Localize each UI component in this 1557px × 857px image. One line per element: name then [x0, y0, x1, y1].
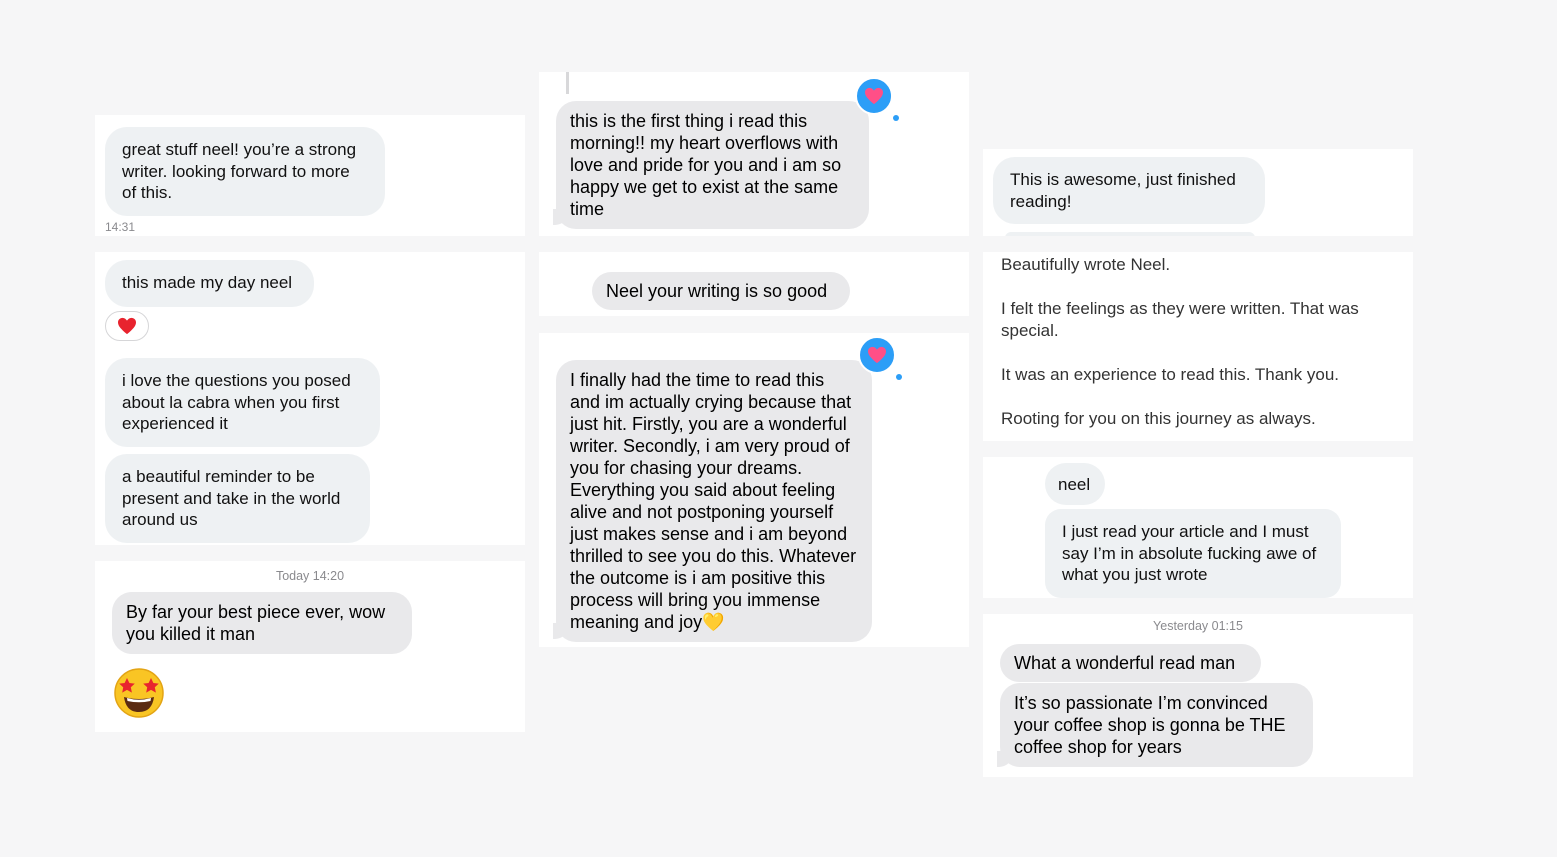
heart-icon — [868, 346, 886, 364]
message-time: 14:31 — [105, 220, 136, 234]
message-bubble: i love the questions you posed about la … — [105, 358, 380, 447]
heart-icon — [865, 87, 883, 105]
message-card-4: this is the first thing i read this morn… — [539, 72, 969, 236]
message-bubble: By far your best piece ever, wow you kil… — [112, 592, 412, 654]
message-line: Rooting for you on this journey as alway… — [1001, 409, 1316, 428]
message-bubble: a beautiful reminder to be present and t… — [105, 454, 370, 543]
message-card-3: Today 14:20 By far your best piece ever,… — [95, 561, 525, 732]
reaction-dot — [896, 374, 902, 380]
message-card-5: Neel your writing is so good — [539, 252, 969, 316]
message-line: I felt the feelings as they were written… — [1001, 299, 1359, 340]
heart-reaction-badge[interactable] — [858, 336, 902, 380]
message-card-8: Beautifully wrote Neel. I felt the feeli… — [983, 252, 1413, 441]
message-card-9: neel I just read your article and I must… — [983, 457, 1413, 598]
message-bubble: I finally had the time to read this and … — [556, 360, 872, 642]
message-line: It was an experience to read this. Thank… — [1001, 365, 1339, 384]
message-bubble: this made my day neel — [105, 260, 314, 307]
date-separator: Today 14:20 — [275, 569, 345, 583]
message-bubble: What a wonderful read man — [1000, 644, 1261, 682]
star-struck-emoji-icon — [114, 668, 164, 718]
next-bubble-edge — [1005, 232, 1255, 236]
reaction-pill[interactable] — [105, 311, 149, 341]
message-bubble: neel — [1045, 463, 1105, 505]
message-bubble: this is the first thing i read this morn… — [556, 101, 869, 229]
message-bubble: This is awesome, just finished reading! — [993, 157, 1265, 224]
heart-reaction-badge[interactable] — [855, 77, 899, 121]
message-card-7: This is awesome, just finished reading! — [983, 149, 1413, 236]
thread-line — [566, 72, 569, 94]
date-separator: Yesterday 01:15 — [1153, 619, 1243, 633]
message-bubble: It’s so passionate I’m convinced your co… — [1000, 683, 1313, 767]
reaction-dot — [893, 115, 899, 121]
message-bubble: great stuff neel! you’re a strong writer… — [105, 127, 385, 216]
message-card-6: I finally had the time to read this and … — [539, 333, 969, 647]
heart-icon — [118, 317, 136, 335]
message-bubble: Neel your writing is so good — [592, 272, 850, 310]
message-card-10: Yesterday 01:15 What a wonderful read ma… — [983, 614, 1413, 777]
message-card-1: great stuff neel! you’re a strong writer… — [95, 115, 525, 236]
message-bubble: I just read your article and I must say … — [1045, 509, 1341, 598]
message-card-2: this made my day neel i love the questio… — [95, 252, 525, 545]
message-line: Beautifully wrote Neel. — [1001, 255, 1171, 274]
